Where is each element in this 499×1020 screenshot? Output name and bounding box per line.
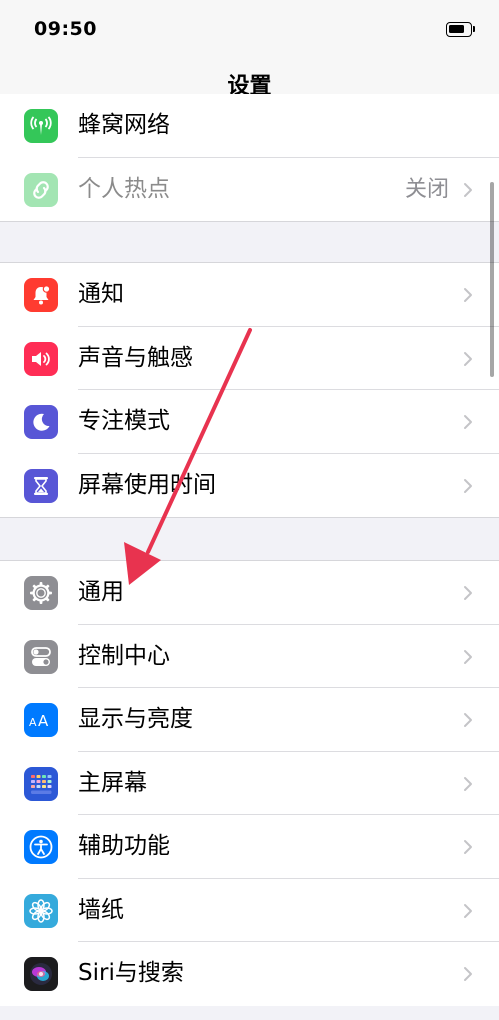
gear-icon <box>24 576 58 610</box>
settings-row-control-center[interactable]: 控制中心 <box>0 625 499 688</box>
settings-row-wallpaper[interactable]: 墙纸 <box>0 879 499 942</box>
settings-row-label: 专注模式 <box>78 408 170 434</box>
antenna-icon <box>24 109 58 143</box>
toggles-icon <box>24 639 58 674</box>
scroll-indicator[interactable] <box>490 182 494 377</box>
settings-row-general[interactable]: 通用 <box>0 561 499 625</box>
settings-row-accessibility[interactable]: 辅助功能 <box>0 815 499 879</box>
settings-row-display[interactable]: AA 显示与亮度 <box>0 688 499 752</box>
chevron-right-icon <box>464 288 472 302</box>
status-time: 09:50 <box>34 18 97 40</box>
chevron-right-icon <box>464 903 472 918</box>
settings-row-label: 屏幕使用时间 <box>78 471 216 498</box>
hotspot-status-value: 关闭 <box>404 176 449 202</box>
settings-row-label: Siri与搜索 <box>78 960 184 986</box>
chevron-right-icon <box>464 776 472 791</box>
settings-row-hotspot[interactable]: 个人热点 关闭 <box>0 158 499 222</box>
settings-row-label: 蜂窝网络 <box>78 112 170 138</box>
settings-row-label: 控制中心 <box>78 642 170 669</box>
chevron-right-icon <box>464 586 472 600</box>
settings-row-siri[interactable]: Siri与搜索 <box>0 942 499 1006</box>
settings-row-home-screen[interactable]: 主屏幕 <box>0 752 499 815</box>
chevron-right-icon <box>464 182 472 197</box>
general-group: 通用 控制中心 AA 显示与亮度 主屏幕 辅助功能 墙纸 Siri与搜索 <box>0 560 499 1006</box>
chevron-right-icon <box>464 415 472 429</box>
chevron-right-icon <box>464 967 472 981</box>
svg-text:A: A <box>29 716 37 729</box>
settings-row-label: 墙纸 <box>78 896 124 923</box>
accessibility-icon <box>24 830 58 864</box>
hotspot-chain-icon <box>24 172 58 207</box>
settings-row-focus[interactable]: 专注模式 <box>0 390 499 454</box>
network-group: 蜂窝网络 个人热点 关闭 <box>0 94 499 222</box>
battery-tip <box>473 26 475 32</box>
battery-icon <box>446 22 472 37</box>
chevron-right-icon <box>464 713 472 727</box>
settings-row-label: 辅助功能 <box>78 833 170 859</box>
text-size-icon: AA <box>24 703 58 737</box>
settings-row-label: 声音与触感 <box>78 344 193 371</box>
settings-row-screen-time[interactable]: 屏幕使用时间 <box>0 454 499 518</box>
settings-row-sounds[interactable]: 声音与触感 <box>0 327 499 390</box>
chevron-right-icon <box>464 649 472 664</box>
siri-icon <box>24 957 58 991</box>
chevron-right-icon <box>464 351 472 366</box>
flower-icon <box>24 893 58 928</box>
chevron-right-icon <box>464 478 472 493</box>
chevron-right-icon <box>464 840 472 854</box>
settings-screen: 09:50 设置 蜂窝网络 个人热点 关闭 通知 声音与触感 专注模式 屏幕使用… <box>0 0 499 1020</box>
svg-text:A: A <box>38 712 49 730</box>
bell-icon <box>24 278 58 312</box>
settings-row-label: 通用 <box>78 579 124 605</box>
settings-row-label: 个人热点 <box>78 175 170 202</box>
status-bar: 09:50 <box>0 0 499 58</box>
hourglass-icon <box>24 468 58 503</box>
notifications-group: 通知 声音与触感 专注模式 屏幕使用时间 <box>0 262 499 518</box>
app-grid-icon <box>24 766 58 801</box>
settings-row-notifications[interactable]: 通知 <box>0 263 499 327</box>
settings-row-label: 主屏幕 <box>78 769 147 796</box>
settings-row-label: 通知 <box>78 281 124 307</box>
settings-row-cellular[interactable]: 蜂窝网络 <box>0 94 499 158</box>
moon-icon <box>24 405 58 439</box>
speaker-icon <box>24 341 58 376</box>
settings-row-label: 显示与亮度 <box>78 706 193 732</box>
